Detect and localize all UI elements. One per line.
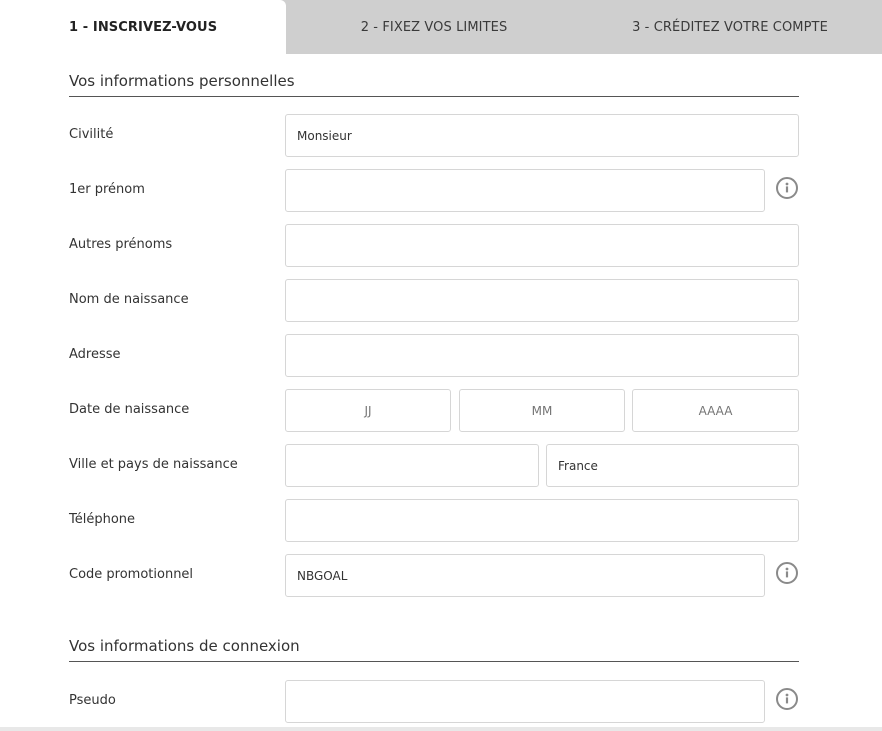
step-tabs: 1 - INSCRIVEZ-VOUS 2 - FIXEZ VOS LIMITES…	[0, 0, 882, 54]
telephone-input[interactable]	[285, 499, 799, 542]
prenom-input[interactable]	[285, 169, 765, 212]
adresse-input[interactable]	[285, 334, 799, 377]
nom-naissance-input[interactable]	[285, 279, 799, 322]
adresse-label: Adresse	[69, 347, 121, 362]
info-icon[interactable]	[776, 688, 798, 710]
civilite-select[interactable]	[285, 114, 799, 157]
civilite-label: Civilité	[69, 127, 114, 142]
section-title-personal: Vos informations personnelles	[69, 72, 799, 97]
birth-city-input[interactable]	[285, 444, 539, 487]
prenom-label: 1er prénom	[69, 182, 145, 197]
bottom-divider	[0, 727, 882, 731]
birth-country-select[interactable]	[546, 444, 799, 487]
tab-fixez-vos-limites[interactable]: 2 - FIXEZ VOS LIMITES	[286, 0, 582, 54]
autres-prenoms-label: Autres prénoms	[69, 237, 173, 252]
section-title-connexion: Vos informations de connexion	[69, 637, 799, 662]
nom-naissance-label: Nom de naissance	[69, 292, 189, 307]
pseudo-label: Pseudo	[69, 693, 116, 708]
lieu-naissance-label: Ville et pays de naissance	[69, 457, 238, 472]
birth-day-input[interactable]	[285, 389, 451, 432]
tab-inscrivez-vous[interactable]: 1 - INSCRIVEZ-VOUS	[0, 0, 286, 54]
autres-prenoms-input[interactable]	[285, 224, 799, 267]
birth-year-input[interactable]	[632, 389, 799, 432]
tab-creditez-votre-compte[interactable]: 3 - CRÉDITEZ VOTRE COMPTE	[582, 0, 878, 54]
date-naissance-label: Date de naissance	[69, 402, 190, 417]
code-promo-label: Code promotionnel	[69, 567, 194, 582]
code-promo-input[interactable]	[285, 554, 765, 597]
birth-month-input[interactable]	[459, 389, 625, 432]
telephone-label: Téléphone	[69, 512, 136, 527]
pseudo-input[interactable]	[285, 680, 765, 723]
info-icon[interactable]	[776, 562, 798, 584]
info-icon[interactable]	[776, 177, 798, 199]
